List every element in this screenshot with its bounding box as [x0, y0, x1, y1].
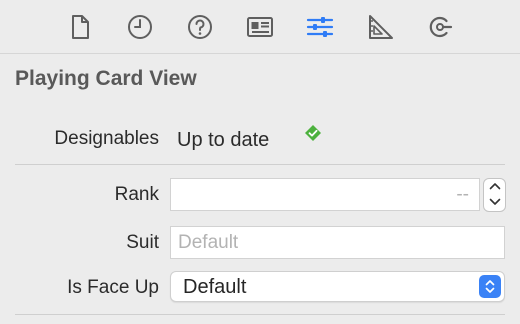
- designables-label: Designables: [54, 128, 159, 149]
- is-face-up-label: Is Face Up: [67, 277, 159, 298]
- attributes-sliders-icon[interactable]: [305, 12, 335, 42]
- chevron-up-icon: [489, 183, 500, 190]
- rank-placeholder: --: [456, 184, 469, 205]
- inspector-toolbar: [0, 0, 520, 54]
- connections-icon[interactable]: [425, 12, 455, 42]
- is-face-up-popup-button[interactable]: Default: [170, 271, 505, 302]
- history-icon[interactable]: [125, 12, 155, 42]
- help-icon[interactable]: [185, 12, 215, 42]
- size-ruler-icon[interactable]: [365, 12, 395, 42]
- separator-bottom: [15, 314, 505, 315]
- rank-label: Rank: [114, 184, 159, 205]
- rank-field[interactable]: --: [170, 178, 480, 211]
- suit-label: Suit: [126, 232, 159, 253]
- stepper-decrement-button[interactable]: [484, 195, 505, 211]
- suit-placeholder: Default: [178, 232, 239, 253]
- stepper-increment-button[interactable]: [484, 179, 505, 195]
- is-face-up-selected-value: Default: [183, 276, 247, 298]
- status-ok-icon: [304, 124, 322, 142]
- chevron-down-icon: [489, 198, 500, 205]
- separator-top: [15, 164, 505, 165]
- designables-status-value: Up to date: [177, 129, 270, 151]
- suit-field[interactable]: Default: [170, 226, 505, 259]
- identity-card-icon[interactable]: [245, 12, 275, 42]
- popup-arrows-icon: [479, 275, 501, 298]
- section-title: Playing Card View: [15, 67, 197, 90]
- rank-stepper[interactable]: [483, 178, 506, 212]
- file-icon[interactable]: [65, 12, 95, 42]
